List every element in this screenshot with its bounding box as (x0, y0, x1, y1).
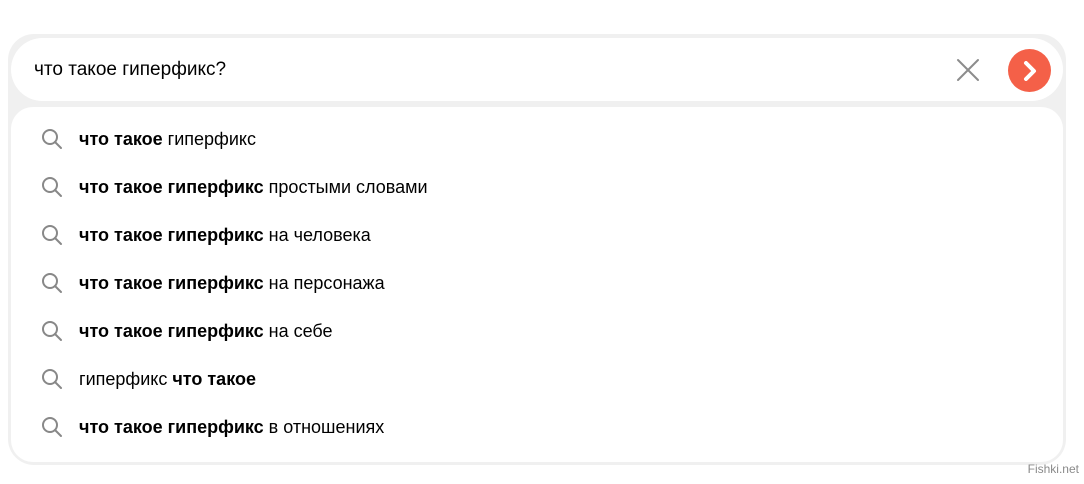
suggestion-label: что такое гиперфикс простыми словами (79, 177, 428, 198)
clear-button[interactable] (950, 52, 986, 88)
chevron-right-icon (1023, 60, 1036, 81)
suggestion-match: что такое гиперфикс (79, 416, 264, 437)
suggestion-match: что такое гиперфикс (79, 176, 264, 197)
suggestion-match: что такое (79, 128, 163, 149)
suggestion-completion: в отношениях (263, 416, 385, 437)
search-icon (40, 175, 64, 199)
suggestion-item[interactable]: что такое гиперфикс на персонажа (11, 259, 1063, 307)
suggestion-label: что такое гиперфикс (79, 129, 256, 150)
search-input[interactable] (34, 38, 914, 101)
suggestion-completion: на человека (263, 224, 371, 245)
suggestion-item[interactable]: что такое гиперфикс в отношениях (11, 403, 1063, 451)
suggestion-completion: гиперфикс (79, 368, 173, 389)
search-icon (40, 127, 64, 151)
search-icon (40, 271, 64, 295)
suggestion-match: что такое гиперфикс (79, 320, 264, 341)
suggestion-item[interactable]: что такое гиперфикс на человека (11, 211, 1063, 259)
suggestions-list: что такое гиперфикс что такое гиперфикс п… (11, 115, 1063, 451)
suggestion-label: что такое гиперфикс в отношениях (79, 417, 384, 438)
suggestion-match: что такое (172, 368, 256, 389)
suggestion-item[interactable]: что такое гиперфикс на себе (11, 307, 1063, 355)
suggestion-completion: на персонажа (263, 272, 385, 293)
suggestion-label: что такое гиперфикс на человека (79, 225, 371, 246)
suggestion-label: что такое гиперфикс на себе (79, 321, 333, 342)
search-submit-button[interactable] (1008, 49, 1051, 92)
search-icon (40, 367, 64, 391)
suggestion-match: что такое гиперфикс (79, 272, 264, 293)
search-icon (40, 319, 64, 343)
suggestion-completion: на себе (263, 320, 333, 341)
search-icon (40, 415, 64, 439)
close-icon (957, 59, 979, 81)
suggestion-item[interactable]: гиперфикс что такое (11, 355, 1063, 403)
suggestion-completion: простыми словами (263, 176, 428, 197)
search-icon (40, 223, 64, 247)
suggestion-item[interactable]: что такое гиперфикс простыми словами (11, 163, 1063, 211)
suggestion-completion: гиперфикс (162, 128, 256, 149)
suggestion-item[interactable]: что такое гиперфикс (11, 115, 1063, 163)
suggestion-match: что такое гиперфикс (79, 224, 264, 245)
suggestion-label: гиперфикс что такое (79, 369, 256, 390)
suggestion-label: что такое гиперфикс на персонажа (79, 273, 385, 294)
suggestions-dropdown: что такое гиперфикс что такое гиперфикс п… (11, 107, 1063, 462)
watermark: Fishki.net (1027, 462, 1079, 476)
